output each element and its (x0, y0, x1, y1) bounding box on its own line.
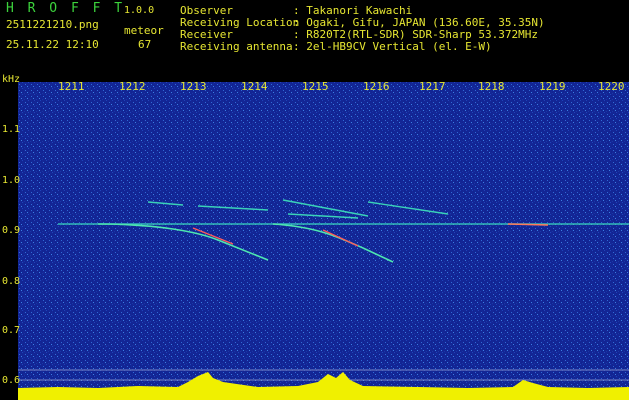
meteor-trace-8 (507, 223, 549, 226)
meteor-count: 67 (138, 38, 152, 51)
antenna-value: : 2el-HB9CV Vertical (el. E-W) (293, 40, 492, 53)
noise-overlay (18, 82, 629, 400)
spectrogram-plot (18, 82, 629, 400)
meteor-label: meteor (124, 24, 164, 37)
freq-tick-0.6: 0.6 (2, 375, 21, 386)
freq-tick-0.9: 0.9 (2, 225, 21, 236)
time-tick-1216: 1216 (363, 80, 390, 93)
freq-tick-1.1: 1.1 (2, 124, 21, 135)
header-panel: H R O F F T 1.0.0 2511221210.png meteor … (0, 0, 629, 73)
freq-tick-0.7: 0.7 (2, 325, 21, 336)
time-tick-1214: 1214 (241, 80, 268, 93)
time-tick-1212: 1212 (119, 80, 146, 93)
time-tick-1218: 1218 (478, 80, 505, 93)
freq-tick-0.8: 0.8 (2, 276, 21, 287)
time-tick-1215: 1215 (302, 80, 329, 93)
spectrogram-window: { "header": { "logo": "H R O F F T", "ve… (0, 0, 629, 400)
freq-tick-1.0: 1.0 (2, 175, 21, 186)
date-time: 25.11.22 12:10 (6, 38, 99, 51)
time-tick-1211: 1211 (58, 80, 85, 93)
antenna-label: Receiving antenna (180, 40, 293, 53)
time-tick-1217: 1217 (419, 80, 446, 93)
file-name: 2511221210.png (6, 18, 99, 31)
app-version: 1.0.0 (124, 5, 155, 16)
time-tick-1219: 1219 (539, 80, 566, 93)
time-tick-1213: 1213 (180, 80, 207, 93)
time-tick-1220: 1220 (598, 80, 625, 93)
app-logo: H R O F F T (6, 1, 126, 16)
